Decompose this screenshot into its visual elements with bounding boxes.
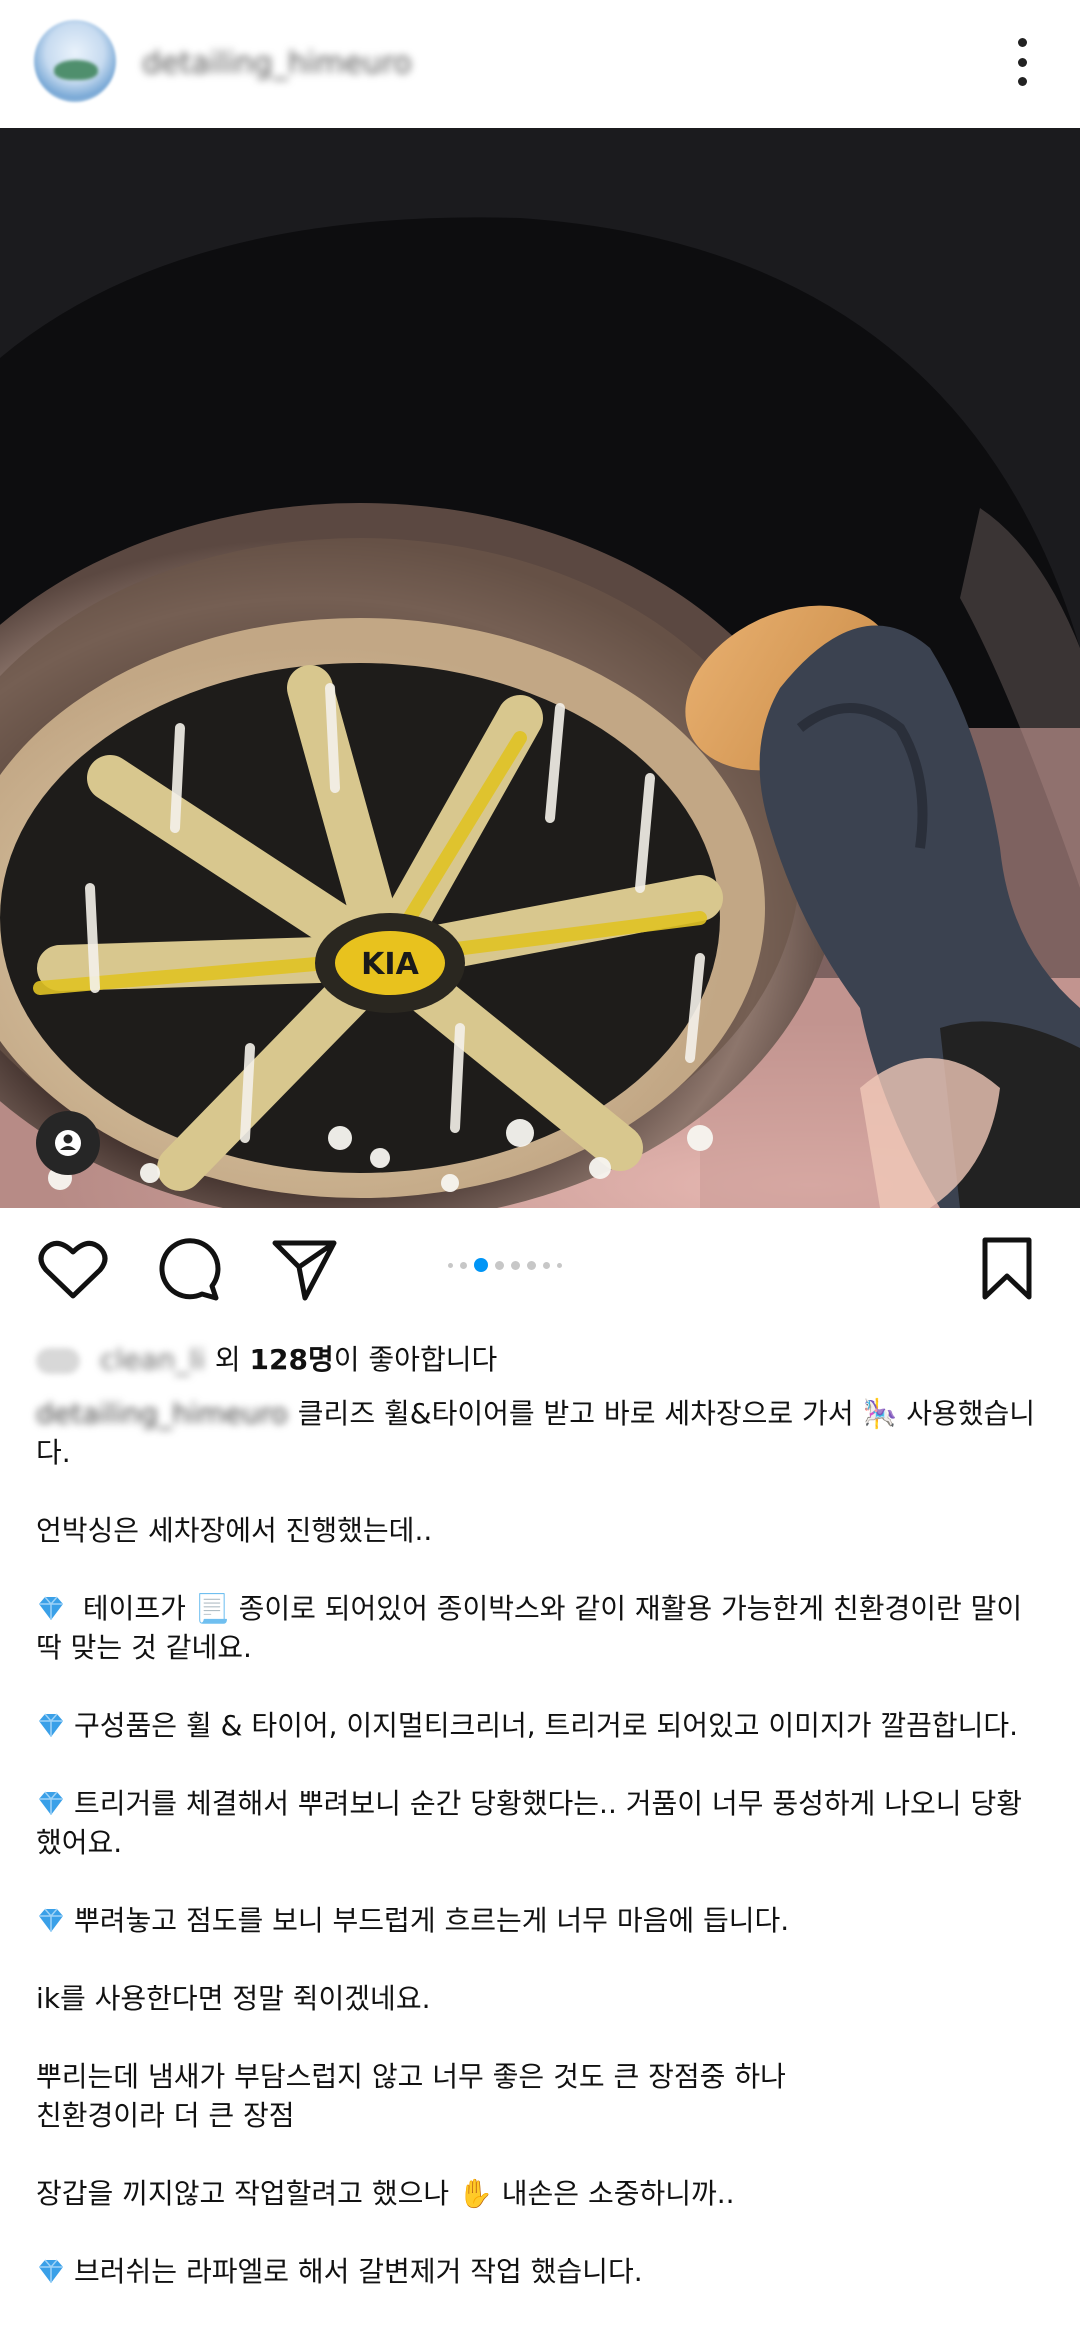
wheel-photo: KIA [0,128,1080,1208]
carousel-indicator [448,1258,562,1272]
caption-line: 언박싱은 세차장에서 진행했는데.. [36,1514,433,1547]
caption-line: 뿌리는데 냄새가 부담스럽지 않고 너무 좋은 것도 큰 장점중 하나 친환경이… [36,2060,786,2132]
post-caption: detailing_himeuro 클리즈 휠&타이어를 받고 바로 세차장으로 … [36,1394,1046,2330]
active-dot [474,1258,488,1272]
caption-line: detailing_himeuro 클리즈 휠&타이어를 받고 바로 세차장으로 … [36,1397,1036,1469]
liker-username[interactable]: clean_li [100,1343,205,1376]
caption-line: 트리거를 체결해서 뿌려보니 순간 당황했다는.. 거품이 너무 풍성하게 나오… [36,1787,1022,1859]
more-options-button[interactable] [1000,34,1044,90]
gem-icon [39,1908,63,1932]
avatar-image-detail [54,60,98,80]
post-media[interactable]: KIA [0,128,1080,1208]
caption-line: 브러쉬는 라파엘로 해서 갈변제거 작업 했습니다. [36,2252,1046,2291]
heart-icon[interactable] [38,1238,108,1300]
caption-line: 뿌려놓고 점도를 보니 부드럽게 흐르는게 너무 마음에 듭니다. [36,1901,1046,1940]
like-count[interactable]: 128명 [250,1343,334,1376]
caption-username[interactable]: detailing_himeuro [36,1397,288,1430]
liker-avatar [36,1348,80,1374]
caption-line: ik를 사용한다면 정말 쥑이겠네요. [36,1982,431,2015]
likes-summary[interactable]: clean_li 외 128명이 좋아합니다 [36,1338,497,1378]
gem-icon [39,1713,63,1737]
caption-line: 장갑을 끼지않고 작업할려고 했으나 ✋ 내손은 소중하니까.. [36,2177,735,2210]
caption-line: 구성품은 휠 & 타이어, 이지멀티크리너, 트리거로 되어있고 이미지가 깔끔… [36,1706,1046,1745]
user-tag-button[interactable] [36,1111,100,1175]
gem-icon [39,1791,63,1815]
more-vertical-icon [1017,38,1027,47]
gem-icon [39,1596,63,1620]
caption-line: 테이프가 📃 종이로 되어있어 종이박스와 같이 재활용 가능한게 친환경이란 … [36,1592,1023,1664]
speech-bubble-icon[interactable] [156,1236,222,1302]
svg-text:KIA: KIA [361,947,419,982]
post-username[interactable]: detailing_himeuro [142,46,412,81]
paper-plane-icon[interactable] [272,1238,338,1302]
bookmark-icon[interactable] [980,1236,1034,1302]
person-icon [55,1130,81,1156]
post-header: detailing_himeuro [0,0,1080,128]
